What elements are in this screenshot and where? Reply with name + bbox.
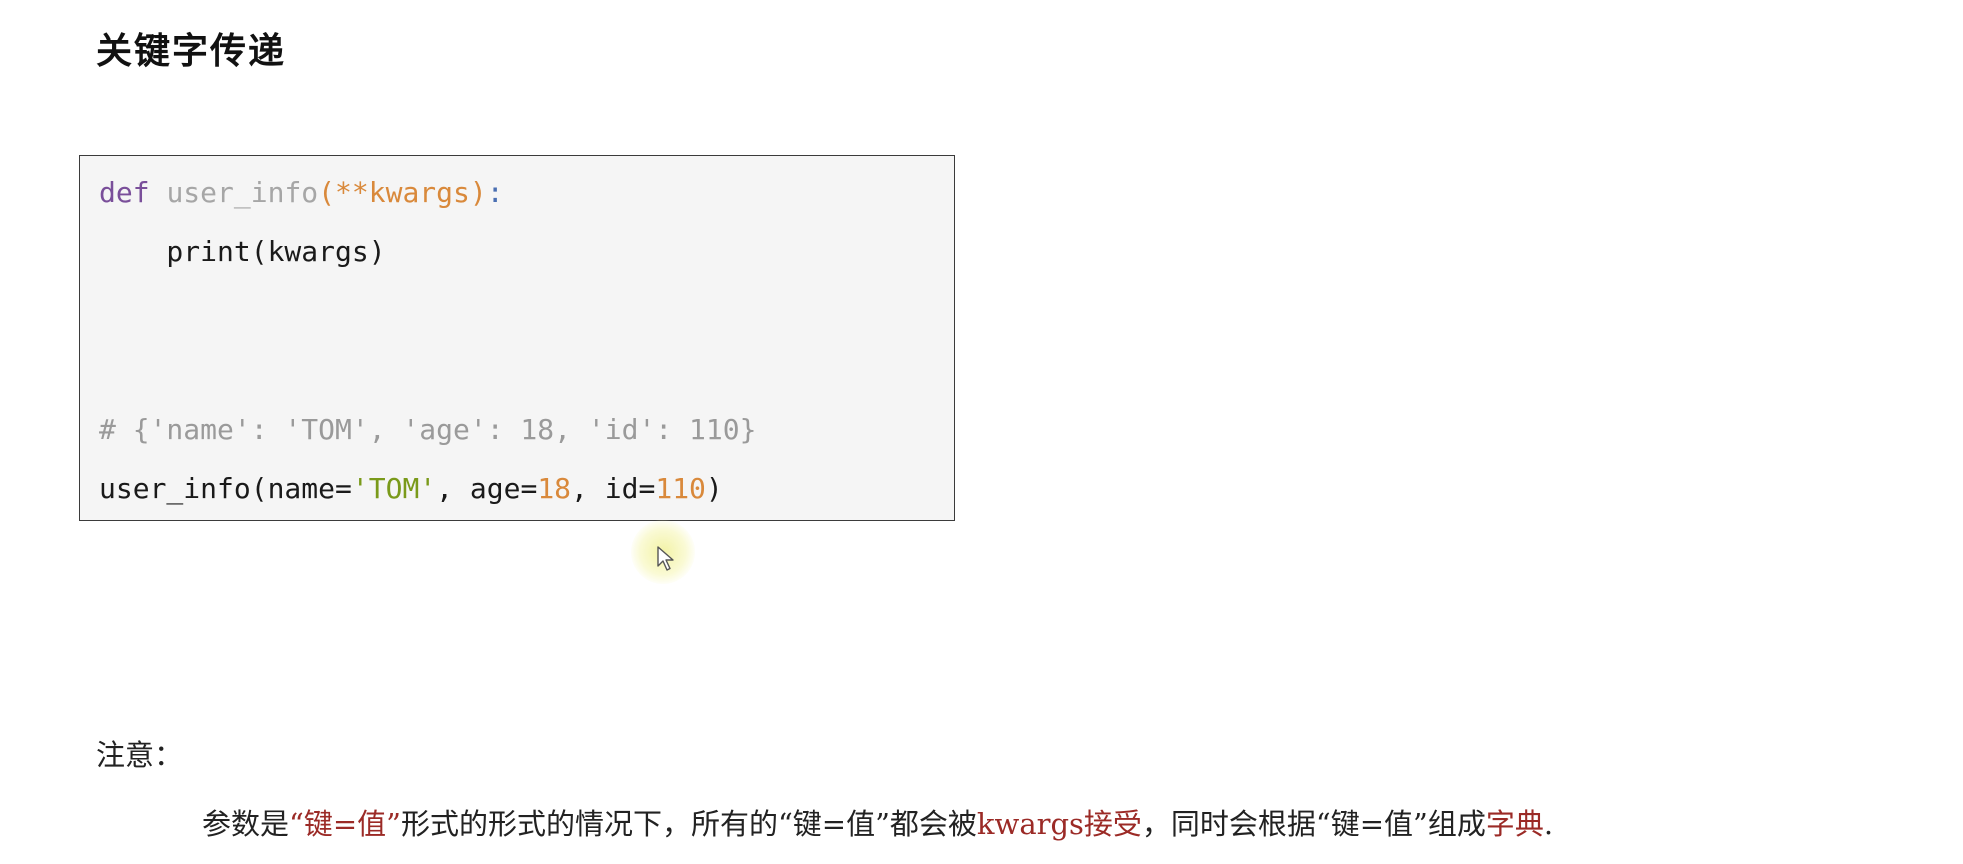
code-string-value: 'TOM' [351, 472, 437, 505]
code-colon: : [486, 176, 504, 209]
code-params: (**kwargs) [318, 176, 487, 209]
mouse-cursor-icon [657, 546, 674, 571]
page-title: 关键字传递 [96, 31, 287, 72]
code-call-mid2: , id= [571, 472, 656, 505]
note-label: 注意： [96, 738, 184, 772]
code-block: def user_info(**kwargs): print(kwargs) #… [79, 155, 955, 521]
note-highlight-dict: 字典 [1485, 807, 1544, 841]
note-seg3: ，同时会根据“键=值”组成 [1141, 807, 1486, 841]
note-seg4: . [1543, 807, 1554, 841]
code-function-name: user_info [166, 176, 319, 209]
code-call-suffix: ) [705, 472, 723, 505]
code-line-comment: # {'name': 'TOM', 'age': 18, 'id': 110} [99, 413, 757, 446]
code-line-call: user_info(name='TOM', age=18, id=110) [99, 472, 723, 506]
note-highlight-kwargs: kwargs接受 [976, 807, 1142, 841]
code-line-def: def user_info(**kwargs): [99, 176, 504, 210]
note-highlight-key-value: “键=值” [289, 807, 401, 841]
code-line-print: print(kwargs) [99, 235, 386, 268]
document-page: 关键字传递 def user_info(**kwargs): print(kwa… [0, 0, 1963, 864]
code-keyword: def [99, 176, 150, 209]
note-seg2: 形式的形式的情况下，所有的“键=值”都会被 [400, 807, 977, 841]
note-text: 参数是“键=值”形式的形式的情况下，所有的“键=值”都会被kwargs接受，同时… [202, 801, 1553, 843]
note-seg1: 参数是 [202, 807, 290, 841]
code-number-id: 110 [655, 472, 706, 505]
code-number-age: 18 [537, 472, 572, 505]
code-call-mid1: , age= [436, 472, 538, 505]
code-call-prefix: user_info(name= [99, 472, 352, 505]
